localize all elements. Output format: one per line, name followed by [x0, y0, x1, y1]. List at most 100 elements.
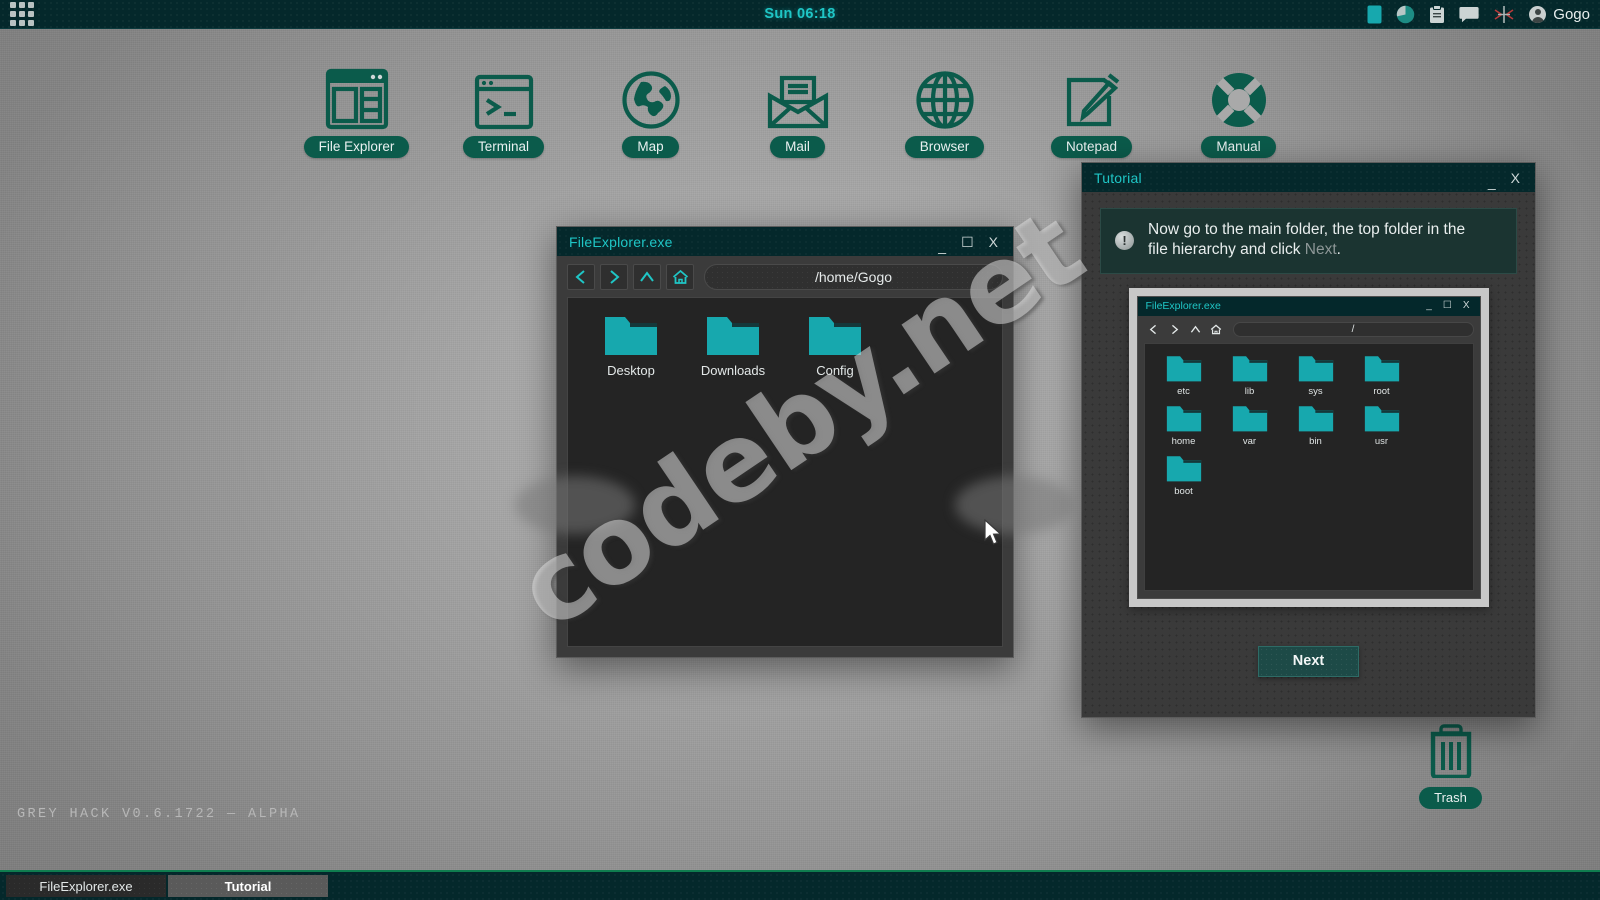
- screenshot-file-name: lib: [1244, 385, 1255, 397]
- desktop-icon-label: Browser: [904, 136, 985, 158]
- tutorial-next-highlight: Next: [1304, 241, 1337, 259]
- chat-icon[interactable]: [1459, 6, 1479, 23]
- screenshot-file-item: lib: [1217, 353, 1283, 397]
- file-list: Desktop Downloads Config: [567, 297, 1003, 647]
- file-explorer-toolbar: /home/Gogo: [567, 264, 1003, 290]
- desktop-icon-label: Terminal: [462, 136, 544, 158]
- folder-icon: [605, 317, 657, 355]
- desktop-icon-map[interactable]: Map: [577, 60, 724, 158]
- next-button[interactable]: Next: [1257, 646, 1360, 678]
- tutorial-titlebar[interactable]: Tutorial _ X: [1082, 163, 1535, 192]
- screenshot-file-item: root: [1349, 353, 1415, 397]
- tutorial-footer: Next: [1100, 607, 1517, 717]
- back-button[interactable]: [567, 264, 595, 290]
- desktop-icon-notepad[interactable]: Notepad: [1018, 60, 1165, 158]
- desktop-icon-terminal[interactable]: Terminal: [430, 60, 577, 158]
- screenshot-file-name: var: [1242, 435, 1257, 447]
- taskbar-item-file-explorer[interactable]: FileExplorer.exe: [6, 875, 166, 897]
- file-name: Desktop: [607, 363, 655, 378]
- battery-icon[interactable]: [1367, 5, 1382, 24]
- screenshot-toolbar: /: [1144, 321, 1474, 339]
- taskbar-item-tutorial[interactable]: Tutorial: [168, 875, 328, 897]
- network-icon[interactable]: [1493, 5, 1515, 24]
- close-button[interactable]: X: [1511, 171, 1520, 185]
- close-button[interactable]: X: [989, 235, 998, 249]
- folder-icon: [1298, 356, 1333, 382]
- folder-icon: [1232, 406, 1267, 432]
- minimize-button[interactable]: _: [1488, 175, 1496, 189]
- file-item[interactable]: Desktop: [580, 312, 682, 378]
- screenshot-file-item: sys: [1283, 353, 1349, 397]
- screenshot-titlebar: FileExplorer.exe _ ☐ X: [1137, 296, 1480, 316]
- disk-usage-icon[interactable]: [1396, 5, 1415, 24]
- screenshot-file-name: etc: [1177, 385, 1190, 397]
- home-button[interactable]: [666, 264, 694, 290]
- screenshot-file-item: boot: [1151, 453, 1217, 497]
- minimize-button[interactable]: _: [938, 239, 946, 253]
- browser-icon: [915, 60, 975, 130]
- trash-icon: [1426, 722, 1476, 783]
- user-menu[interactable]: Gogo: [1529, 6, 1590, 23]
- clipboard-icon[interactable]: [1429, 5, 1445, 24]
- screenshot-maximize-button: ☐: [1442, 300, 1452, 312]
- notepad-icon: [1061, 60, 1123, 130]
- info-icon: [1115, 230, 1134, 250]
- desktop-icon-label: File Explorer: [303, 136, 410, 158]
- screenshot-back-button: [1144, 321, 1163, 339]
- window-title: FileExplorer.exe: [569, 233, 673, 250]
- screenshot-file-name: sys: [1308, 385, 1323, 397]
- screenshot-file-name: bin: [1309, 435, 1322, 447]
- file-explorer-icon: [325, 60, 389, 130]
- desktop-icon-label: Map: [622, 136, 679, 158]
- screenshot-file-explorer-window: FileExplorer.exe _ ☐ X / etc lib sys roo…: [1136, 295, 1481, 599]
- tutorial-window[interactable]: Tutorial _ X Now go to the main folder, …: [1081, 162, 1536, 718]
- desktop-icon-label: Notepad: [1050, 136, 1133, 158]
- up-button[interactable]: [633, 264, 661, 290]
- file-item[interactable]: Config: [784, 312, 886, 378]
- desktop-icon-file-explorer[interactable]: File Explorer: [283, 60, 430, 158]
- screenshot-file-name: home: [1171, 435, 1196, 447]
- desktop-icon-mail[interactable]: Mail: [724, 60, 871, 158]
- desktop-icon-label: Manual: [1201, 136, 1276, 158]
- desktop-icon-trash[interactable]: Trash: [1413, 722, 1488, 809]
- screenshot-file-item: home: [1151, 403, 1217, 447]
- mail-icon: [766, 60, 830, 130]
- manual-icon: [1209, 60, 1269, 130]
- username: Gogo: [1553, 6, 1590, 23]
- folder-icon: [1166, 456, 1201, 482]
- path-input[interactable]: /home/Gogo: [704, 264, 1003, 290]
- tutorial-message-period: .: [1336, 241, 1341, 259]
- file-item[interactable]: Downloads: [682, 312, 784, 378]
- apps-grid-icon[interactable]: [0, 0, 44, 29]
- tutorial-message-box: Now go to the main folder, the top folde…: [1100, 208, 1517, 274]
- tutorial-message-line2: file hierarchy and click: [1148, 241, 1305, 259]
- folder-icon: [1298, 406, 1333, 432]
- maximize-button[interactable]: ☐: [961, 235, 974, 249]
- screenshot-file-item: etc: [1151, 353, 1217, 397]
- version-text: GREY HACK V0.6.1722 — ALPHA: [17, 807, 301, 822]
- screenshot-minimize-button: _: [1426, 300, 1432, 312]
- screenshot-forward-button: [1165, 321, 1184, 339]
- tutorial-message-line1: Now go to the main folder, the top folde…: [1148, 221, 1466, 238]
- screenshot-file-name: usr: [1374, 435, 1389, 447]
- forward-button[interactable]: [600, 264, 628, 290]
- screenshot-home-button: [1207, 321, 1226, 339]
- map-icon: [621, 60, 681, 130]
- folder-icon: [707, 317, 759, 355]
- file-explorer-body: /home/Gogo Desktop Downloads Config: [557, 256, 1013, 657]
- file-name: Downloads: [700, 363, 766, 378]
- avatar: [1529, 6, 1547, 23]
- folder-icon: [1166, 356, 1201, 382]
- trash-label: Trash: [1419, 787, 1482, 809]
- file-explorer-titlebar[interactable]: FileExplorer.exe _ ☐ X: [557, 227, 1013, 256]
- screenshot-file-name: root: [1373, 385, 1390, 397]
- screenshot-close-button: X: [1462, 300, 1470, 312]
- screenshot-file-name: boot: [1174, 485, 1193, 497]
- desktop-icon-manual[interactable]: Manual: [1165, 60, 1312, 158]
- screenshot-body: / etc lib sys root home var bin usr boot: [1138, 316, 1480, 598]
- top-bar: Sun 06:18 Gogo: [0, 0, 1600, 29]
- tutorial-screenshot: FileExplorer.exe _ ☐ X / etc lib sys roo…: [1128, 287, 1489, 607]
- screenshot-up-button: [1186, 321, 1205, 339]
- file-explorer-window[interactable]: FileExplorer.exe _ ☐ X /home/Gogo Deskto…: [556, 226, 1014, 658]
- desktop-icon-browser[interactable]: Browser: [871, 60, 1018, 158]
